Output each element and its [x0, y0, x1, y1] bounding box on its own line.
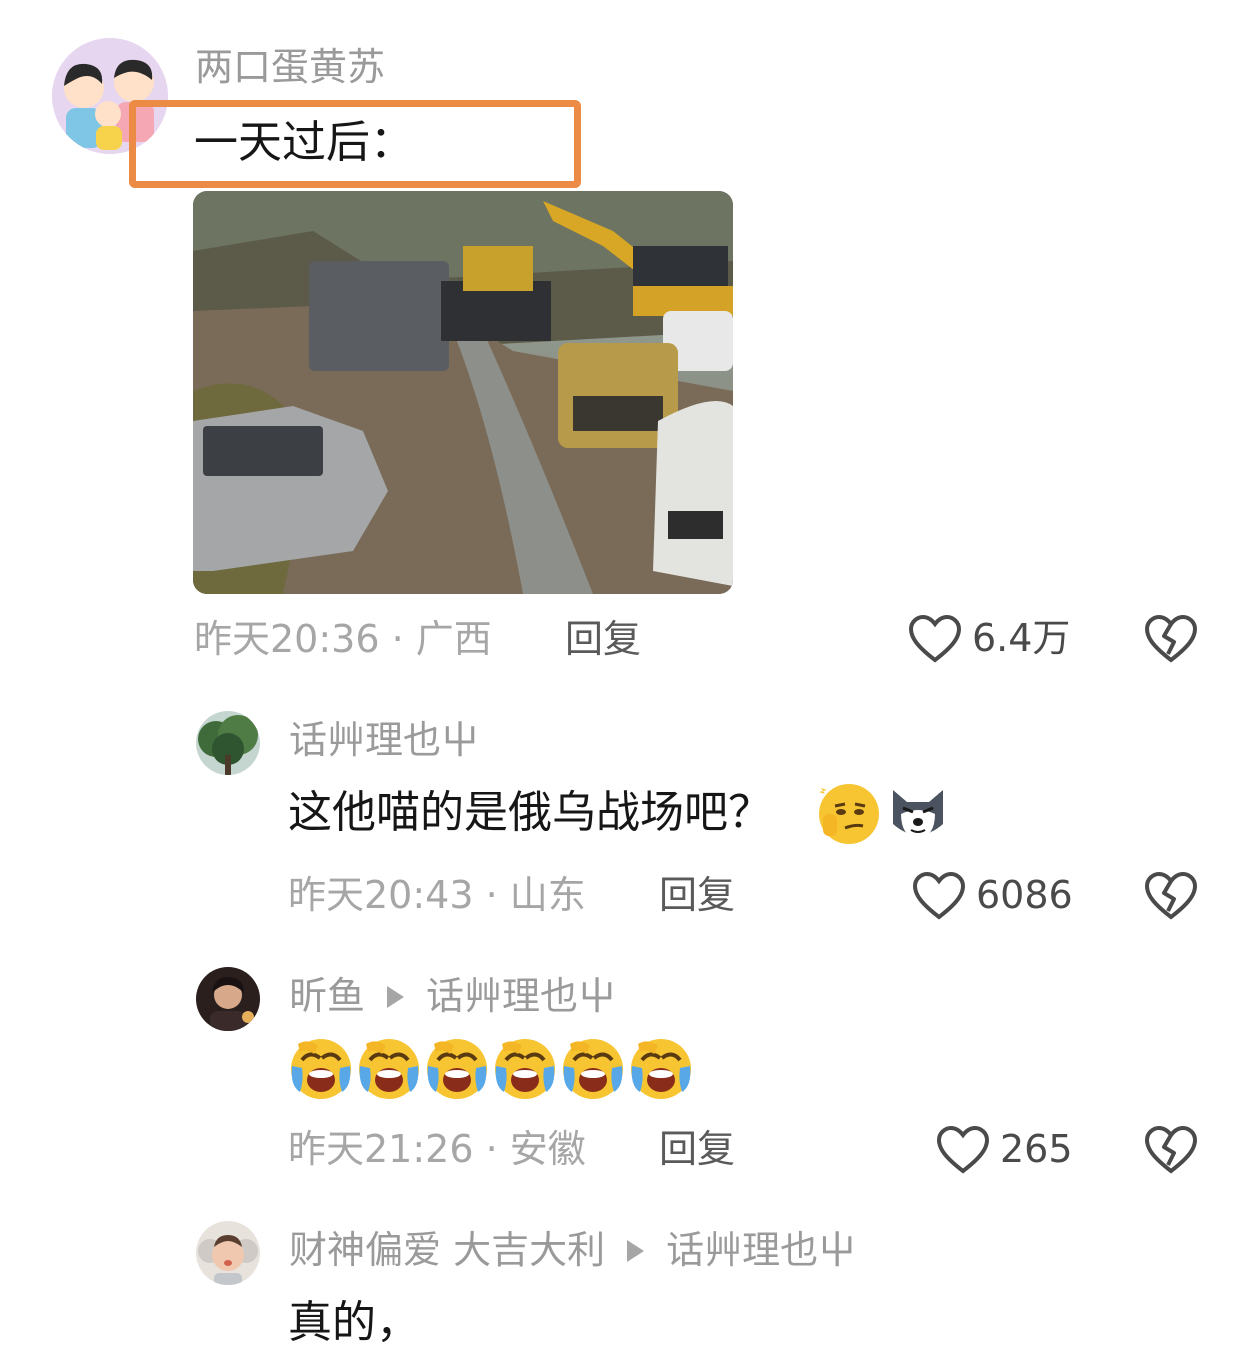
heart-icon: [912, 871, 966, 920]
laugh-cry-emoji-icon: [291, 1039, 351, 1099]
dislike-button[interactable]: [1144, 1125, 1198, 1175]
meta-separator: ·: [473, 1127, 510, 1171]
comment-text-row: 这他喵的是俄乌战场吧？: [288, 786, 772, 840]
comment-author[interactable]: 话艸理也屮: [289, 717, 479, 763]
tree-photo-avatar-icon: [196, 711, 260, 775]
meta-separator: ·: [473, 873, 510, 917]
comment-time: 昨天20:43: [288, 873, 474, 917]
broken-heart-icon: [1144, 1125, 1198, 1174]
comment-time: 昨天20:36: [194, 617, 380, 661]
comment-text: 这他喵的是俄乌战场吧？: [288, 787, 772, 838]
dislike-button[interactable]: [1144, 614, 1198, 664]
laugh-cry-emoji-icon: [563, 1039, 623, 1099]
like-count: 6086: [976, 873, 1073, 917]
reply-to-author[interactable]: 话艸理也屮: [426, 974, 616, 1018]
reply-button[interactable]: 回复: [659, 1126, 735, 1172]
broken-heart-icon: [1144, 871, 1198, 920]
like-button[interactable]: 6086: [912, 869, 1078, 921]
like-count: 265: [1000, 1127, 1073, 1171]
comment-location: 广西: [415, 617, 492, 661]
husky-dog-emoji-icon: [893, 790, 943, 840]
reply-to-author[interactable]: 话艸理也屮: [666, 1228, 856, 1272]
reply-button[interactable]: 回复: [565, 616, 641, 662]
laugh-cry-emoji-icon: [359, 1039, 419, 1099]
avatar[interactable]: [196, 967, 260, 1031]
laugh-cry-emoji-icon: [495, 1039, 555, 1099]
comment-author[interactable]: 财神偏爱 大吉大利: [289, 1228, 605, 1272]
comment-author-line: 财神偏爱 大吉大利 话艸理也屮: [289, 1227, 856, 1273]
reply-arrow-icon: [387, 985, 405, 1008]
person-photo-avatar-icon: [196, 967, 260, 1031]
comment-meta: 昨天20:43 · 山东: [288, 872, 586, 918]
child-photo-avatar-icon: [196, 1221, 260, 1285]
dislike-button[interactable]: [1144, 871, 1198, 921]
comment-text: 真的，: [288, 1297, 420, 1348]
comment-image[interactable]: [193, 191, 733, 594]
broken-heart-icon: [1144, 614, 1198, 663]
avatar[interactable]: [196, 1221, 260, 1285]
laugh-cry-emoji-icon: [631, 1039, 691, 1099]
heart-icon: [936, 1125, 990, 1174]
like-button[interactable]: 6.4万: [908, 612, 1078, 664]
comment-author[interactable]: 两口蛋黄苏: [195, 44, 385, 90]
thinking-smirk-emoji-icon: [819, 784, 879, 844]
reply-arrow-icon: [627, 1239, 645, 1262]
comment-author-line: 昕鱼 话艸理也屮: [289, 973, 616, 1019]
reply-button[interactable]: 回复: [659, 872, 735, 918]
meta-separator: ·: [379, 617, 416, 661]
comment-location: 山东: [509, 873, 586, 917]
laugh-cry-emoji-icon: [427, 1039, 487, 1099]
comment-emojis: [288, 1036, 698, 1102]
like-count: 6.4万: [972, 616, 1071, 660]
comment-meta: 昨天20:36 · 广西: [194, 616, 492, 662]
like-button[interactable]: 265: [936, 1123, 1078, 1175]
heart-icon: [908, 614, 962, 663]
comment-author[interactable]: 昕鱼: [289, 974, 365, 1018]
comment-text: 一天过后：: [194, 117, 414, 168]
comment-emojis: [815, 780, 955, 846]
comment-location: 安徽: [509, 1127, 586, 1171]
avatar[interactable]: [196, 711, 260, 775]
muddy-road-vehicles-photo-icon: [193, 191, 733, 594]
comment-meta: 昨天21:26 · 安徽: [288, 1126, 586, 1172]
comment-time: 昨天21:26: [288, 1127, 474, 1171]
